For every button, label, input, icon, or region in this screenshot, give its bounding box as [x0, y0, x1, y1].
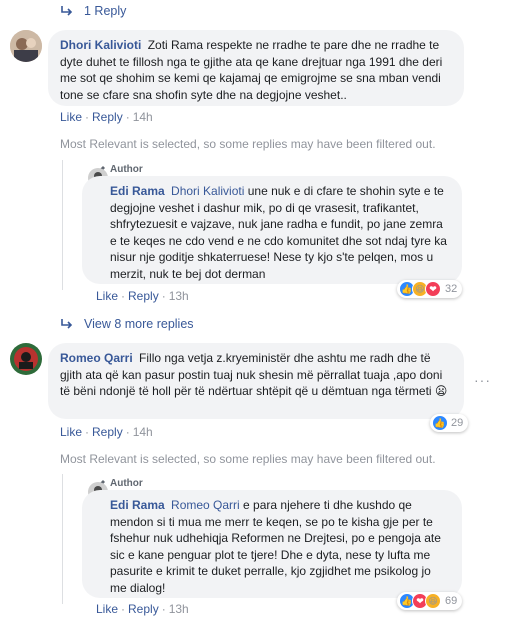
like-link[interactable]: Like — [60, 425, 82, 439]
like-link[interactable]: Like — [96, 602, 118, 616]
replies-toggle[interactable]: 1 Reply — [60, 4, 126, 18]
reply-arrow-icon — [61, 6, 73, 16]
avatar[interactable] — [10, 343, 42, 375]
comment-bubble: Edi Rama Dhori Kalivioti une nuk e di cf… — [82, 176, 462, 284]
comment-author[interactable]: Dhori Kalivioti — [60, 38, 141, 52]
reply-link[interactable]: Reply — [128, 602, 159, 616]
comment-text: une nuk e di cfare te shohin syte e te d… — [110, 184, 447, 281]
timestamp[interactable]: 14h — [133, 110, 153, 124]
reactions-summary[interactable]: 👍 😆 ❤ 32 — [397, 280, 463, 298]
reply-link[interactable]: Reply — [92, 425, 123, 439]
reply-arrow-icon — [61, 319, 73, 329]
timestamp[interactable]: 13h — [169, 289, 189, 303]
profile-photo-icon — [10, 30, 42, 62]
surprised-emoji-icon: 😦 — [434, 384, 448, 398]
view-more-label: View 8 more replies — [84, 317, 194, 331]
author-badge-label: Author — [110, 164, 143, 175]
love-reaction-icon: ❤ — [425, 281, 441, 297]
thread-line — [62, 474, 63, 604]
comment-bubble: Romeo Qarri Fillo nga vetja z.kryeminist… — [48, 343, 464, 419]
comment-author[interactable]: Edi Rama — [110, 184, 165, 198]
reply-link[interactable]: Reply — [128, 289, 159, 303]
avatar[interactable] — [10, 30, 42, 62]
replies-toggle-label: 1 Reply — [84, 4, 127, 18]
like-link[interactable]: Like — [96, 289, 118, 303]
comment-author[interactable]: Romeo Qarri — [60, 351, 133, 365]
profile-photo-icon — [10, 343, 42, 375]
like-link[interactable]: Like — [60, 110, 82, 124]
reactions-summary[interactable]: 👍 ❤ 😆 69 — [397, 592, 463, 610]
comment-actions: Like · Reply · 13h — [96, 289, 189, 303]
thread-line — [62, 160, 63, 290]
reaction-count: 69 — [445, 595, 458, 607]
comment-actions: Like · Reply · 14h — [60, 110, 153, 124]
reactions-summary[interactable]: 👍 29 — [430, 414, 469, 432]
comment-bubble: Edi Rama Romeo Qarri e para njehere ti d… — [82, 490, 462, 598]
reaction-count: 29 — [451, 417, 464, 429]
timestamp[interactable]: 14h — [133, 425, 153, 439]
timestamp[interactable]: 13h — [169, 602, 189, 616]
haha-reaction-icon: 😆 — [425, 593, 441, 609]
comment-author[interactable]: Edi Rama — [110, 498, 165, 512]
comment-bubble: Dhori Kalivioti Zoti Rama respekte ne rr… — [48, 30, 464, 106]
view-more-replies[interactable]: View 8 more replies — [60, 317, 194, 331]
comment-actions: Like · Reply · 13h — [96, 602, 189, 616]
mention-link[interactable]: Romeo Qarri — [171, 498, 240, 512]
reply-link[interactable]: Reply — [92, 110, 123, 124]
like-reaction-icon: 👍 — [432, 415, 448, 431]
mention-link[interactable]: Dhori Kalivioti — [171, 184, 244, 198]
author-badge-label: Author — [110, 478, 143, 489]
comment-actions: Like · Reply · 14h — [60, 425, 153, 439]
comment-text: e para njehere ti dhe kushdo qe mendon s… — [110, 498, 441, 595]
more-options-icon[interactable]: ··· — [474, 372, 491, 388]
filter-note: Most Relevant is selected, so some repli… — [60, 137, 436, 151]
reaction-count: 32 — [445, 283, 458, 295]
filter-note: Most Relevant is selected, so some repli… — [60, 452, 436, 466]
